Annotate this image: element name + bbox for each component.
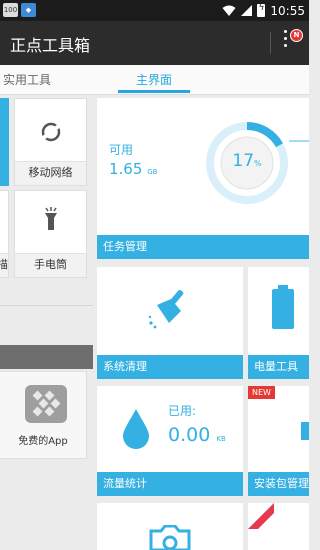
- broom-icon: [148, 289, 184, 329]
- app-title: 正点工具箱: [10, 36, 91, 55]
- active-tab-indicator: [118, 90, 190, 93]
- pro-card[interactable]: PRO: [248, 503, 309, 550]
- tab-home[interactable]: 主界面: [136, 71, 172, 88]
- memory-percent: 17%: [219, 151, 275, 171]
- battery-charging-icon: [257, 3, 266, 17]
- gift-box-icon: [25, 385, 67, 423]
- gauge-connector-line: [289, 140, 309, 142]
- package-manager-label: 安装包管理: [254, 477, 309, 490]
- power-tool-label: 电量工具: [254, 360, 298, 373]
- traffic-stats-card[interactable]: 已用: 0.00 KB 流量统计: [97, 386, 243, 496]
- used-unit: KB: [216, 435, 226, 443]
- tab-tools[interactable]: 实用工具: [3, 71, 51, 88]
- tool-label: 手电筒: [34, 258, 67, 271]
- used-label: 已用:: [168, 404, 197, 418]
- tool-tile-edge[interactable]: [0, 98, 9, 186]
- app-bar: 正点工具箱 N: [0, 21, 309, 65]
- tool-label-partial: 描: [0, 258, 8, 271]
- tab-bar: 实用工具 主界面: [0, 65, 309, 95]
- package-manager-card[interactable]: NEW 安装包管理: [248, 386, 309, 496]
- signal-icon: [241, 5, 253, 16]
- section-header-bar: [0, 345, 93, 369]
- tool-tile-flashlight[interactable]: 手电筒: [14, 190, 87, 278]
- new-badge: NEW: [248, 386, 275, 399]
- task-manager-card[interactable]: 可用 1.65 GB 17% 任务管理: [97, 98, 309, 259]
- tools-page-partial: 移动网络 描 手电筒 免费的App: [0, 95, 93, 550]
- battery-icon: [272, 285, 294, 329]
- available-number: 1.65: [109, 160, 143, 178]
- section-divider: [0, 305, 93, 306]
- power-tool-card[interactable]: 电量工具: [248, 267, 309, 379]
- system-cleanup-label: 系统清理: [103, 360, 147, 373]
- flashlight-icon: [45, 207, 57, 230]
- wifi-icon: [222, 5, 236, 16]
- clock-time: 10:55: [270, 3, 305, 18]
- status-bar: 100 ◆ 10:55: [0, 0, 309, 21]
- free-app-tile[interactable]: 免费的App: [0, 371, 87, 459]
- available-label: 可用: [109, 143, 134, 157]
- mobile-network-icon: [40, 122, 62, 142]
- traffic-stats-label: 流量统计: [103, 477, 147, 490]
- memory-percent-value: 17: [232, 151, 255, 171]
- free-app-label: 免费的App: [18, 436, 68, 447]
- water-drop-icon: [123, 409, 149, 449]
- task-manager-label: 任务管理: [103, 240, 147, 253]
- tool-tile-mobile-network[interactable]: 移动网络: [14, 98, 87, 186]
- used-value: 0.00: [168, 424, 211, 446]
- memory-percent-unit: %: [254, 159, 262, 168]
- available-value: 1.65 GB: [109, 160, 157, 178]
- appbar-divider: [270, 32, 271, 54]
- tool-label: 移动网络: [28, 166, 73, 179]
- camera-card[interactable]: [97, 503, 243, 550]
- camera-icon: [149, 525, 191, 550]
- home-page: 可用 1.65 GB 17% 任务管理 系统清理 电量工具 已用: 0.00 K…: [97, 95, 309, 550]
- used-value-group: 0.00 KB: [168, 424, 226, 446]
- available-unit: GB: [147, 168, 158, 176]
- notification-app-icon: 100: [3, 3, 18, 17]
- notification-badge[interactable]: N: [290, 29, 303, 42]
- system-cleanup-card[interactable]: 系统清理: [97, 267, 243, 379]
- status-indicators: 10:55: [222, 2, 305, 19]
- tool-tile-edge-2[interactable]: 描: [0, 190, 9, 278]
- notification-app-icon-2: ◆: [21, 3, 36, 17]
- package-icon: [301, 422, 309, 440]
- overflow-menu-icon[interactable]: [284, 30, 288, 56]
